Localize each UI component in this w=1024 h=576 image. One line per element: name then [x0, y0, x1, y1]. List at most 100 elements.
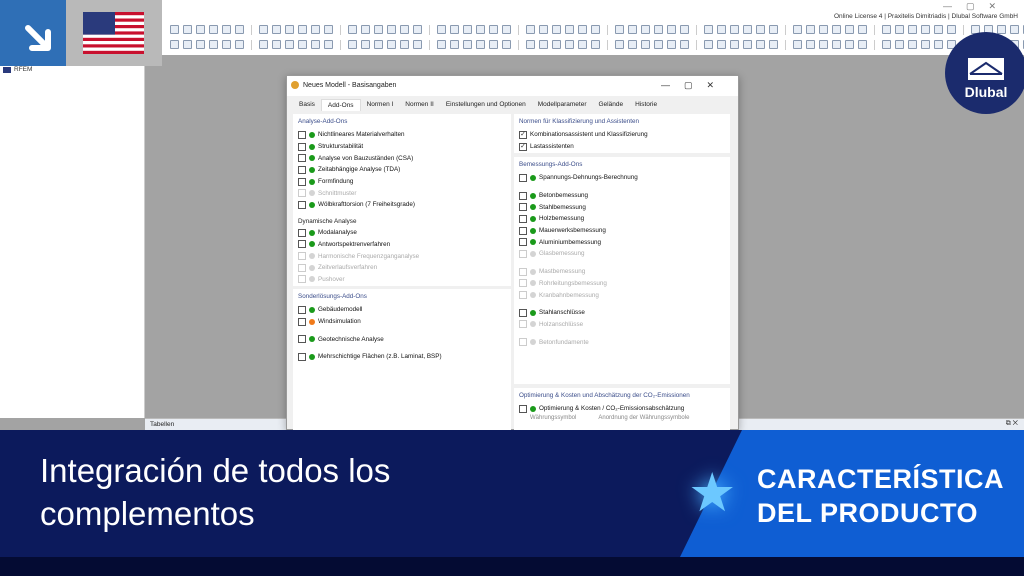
toolbar-button-icon[interactable] — [222, 40, 231, 49]
toolbar-button-icon[interactable] — [413, 40, 422, 49]
toolbar-button-icon[interactable] — [565, 25, 574, 34]
toolbar-button-icon[interactable] — [552, 25, 561, 34]
addon-option[interactable]: Mauerwerksbemessung — [519, 225, 725, 237]
toolbar-button-icon[interactable] — [895, 25, 904, 34]
toolbar-button-icon[interactable] — [832, 40, 841, 49]
toolbar-button-icon[interactable] — [667, 40, 676, 49]
checkbox[interactable] — [519, 214, 527, 223]
toolbar-button-icon[interactable] — [209, 25, 218, 34]
addon-option[interactable]: Wölbkrafttorsion (7 Freiheitsgrade) — [298, 199, 506, 211]
toolbar-button-icon[interactable] — [437, 40, 446, 49]
toolbar-button-icon[interactable] — [285, 25, 294, 34]
toolbar-button-icon[interactable] — [882, 25, 891, 34]
tab-0[interactable]: Basis — [293, 99, 321, 111]
toolbar-button-icon[interactable] — [387, 40, 396, 49]
toolbar-button-icon[interactable] — [170, 25, 179, 34]
toolbar-button-icon[interactable] — [413, 25, 422, 34]
toolbar-button-icon[interactable] — [717, 25, 726, 34]
toolbar-button-icon[interactable] — [539, 25, 548, 34]
toolbar-button-icon[interactable] — [591, 25, 600, 34]
toolbar-button-icon[interactable] — [704, 25, 713, 34]
addon-option[interactable]: Geotechnische Analyse — [298, 333, 506, 345]
toolbar-button-icon[interactable] — [259, 40, 268, 49]
toolbar-button-icon[interactable] — [591, 40, 600, 49]
addon-option[interactable]: Gebäudemodell — [298, 304, 506, 316]
checkbox[interactable] — [298, 130, 306, 139]
toolbar-button-icon[interactable] — [400, 40, 409, 49]
toolbar-button-icon[interactable] — [450, 25, 459, 34]
toolbar-button-icon[interactable] — [1010, 25, 1019, 34]
addon-option[interactable]: Aluminiumbemessung — [519, 236, 725, 248]
toolbar-button-icon[interactable] — [628, 40, 637, 49]
tab-1[interactable]: Add-Ons — [320, 99, 361, 111]
checkbox[interactable] — [298, 305, 306, 314]
checkbox[interactable] — [298, 240, 306, 249]
toolbar-button-icon[interactable] — [324, 25, 333, 34]
window-controls[interactable]: —▢✕ — [943, 1, 1010, 12]
tab-5[interactable]: Modellparameter — [532, 99, 593, 111]
toolbar-button-icon[interactable] — [196, 25, 205, 34]
toolbar-button-icon[interactable] — [858, 40, 867, 49]
toolbar-button-icon[interactable] — [196, 40, 205, 49]
toolbar-button-icon[interactable] — [628, 25, 637, 34]
toolbar-button-icon[interactable] — [895, 40, 904, 49]
toolbar-button-icon[interactable] — [654, 40, 663, 49]
toolbar-button-icon[interactable] — [908, 25, 917, 34]
addon-option[interactable]: Analyse von Bauzuständen (CSA) — [298, 152, 506, 164]
checkbox[interactable] — [298, 177, 306, 186]
toolbar-button-icon[interactable] — [361, 40, 370, 49]
toolbar-row-2[interactable] — [170, 40, 1024, 52]
addon-option[interactable]: Stahlanschlüsse — [519, 307, 725, 319]
toolbar-button-icon[interactable] — [526, 25, 535, 34]
toolbar-button-icon[interactable] — [400, 25, 409, 34]
toolbar-button-icon[interactable] — [476, 40, 485, 49]
checkbox[interactable] — [519, 173, 527, 182]
tab-3[interactable]: Normen II — [399, 99, 440, 111]
toolbar-button-icon[interactable] — [565, 40, 574, 49]
toolbar-button-icon[interactable] — [259, 25, 268, 34]
toolbar-button-icon[interactable] — [578, 40, 587, 49]
checkbox[interactable] — [519, 308, 527, 317]
addon-option[interactable]: Zeitabhängige Analyse (TDA) — [298, 164, 506, 176]
addon-option[interactable]: Mehrschichtige Flächen (z.B. Laminat, BS… — [298, 351, 506, 363]
toolbar-button-icon[interactable] — [680, 25, 689, 34]
checkbox[interactable]: ✓ — [519, 142, 527, 151]
toolbar-button-icon[interactable] — [272, 40, 281, 49]
toolbar-button-icon[interactable] — [743, 40, 752, 49]
toolbar-button-icon[interactable] — [858, 25, 867, 34]
tab-6[interactable]: Gelände — [593, 99, 630, 111]
toolbar-button-icon[interactable] — [526, 40, 535, 49]
toolbar-button-icon[interactable] — [361, 25, 370, 34]
toolbar-button-icon[interactable] — [756, 40, 765, 49]
checkbox[interactable] — [298, 317, 306, 326]
toolbar-button-icon[interactable] — [183, 25, 192, 34]
toolbar-button-icon[interactable] — [463, 40, 472, 49]
checkbox[interactable] — [519, 226, 527, 235]
dialog-window-controls[interactable]: —▢✕ — [661, 80, 728, 91]
toolbar-button-icon[interactable] — [934, 25, 943, 34]
toolbar-button-icon[interactable] — [235, 25, 244, 34]
checkbox[interactable] — [298, 165, 306, 174]
toolbar-button-icon[interactable] — [450, 40, 459, 49]
toolbar-button-icon[interactable] — [730, 40, 739, 49]
checkbox[interactable] — [298, 352, 306, 361]
toolbar-button-icon[interactable] — [654, 25, 663, 34]
toolbar-button-icon[interactable] — [539, 40, 548, 49]
checkbox[interactable] — [519, 203, 527, 212]
toolbar-button-icon[interactable] — [298, 40, 307, 49]
toolbar-button-icon[interactable] — [222, 25, 231, 34]
toolbar-button-icon[interactable] — [552, 40, 561, 49]
toolbar-button-icon[interactable] — [489, 25, 498, 34]
toolbar-button-icon[interactable] — [578, 25, 587, 34]
toolbar-button-icon[interactable] — [311, 25, 320, 34]
toolbar-button-icon[interactable] — [717, 40, 726, 49]
tables-window-controls[interactable]: ⧉ ✕ — [1006, 420, 1018, 428]
toolbar-button-icon[interactable] — [235, 40, 244, 49]
toolbar-button-icon[interactable] — [667, 25, 676, 34]
toolbar-button-icon[interactable] — [793, 40, 802, 49]
toolbar-button-icon[interactable] — [272, 25, 281, 34]
toolbar-button-icon[interactable] — [463, 25, 472, 34]
tab-2[interactable]: Normen I — [361, 99, 400, 111]
checkbox[interactable] — [298, 228, 306, 237]
checkbox[interactable] — [298, 142, 306, 151]
